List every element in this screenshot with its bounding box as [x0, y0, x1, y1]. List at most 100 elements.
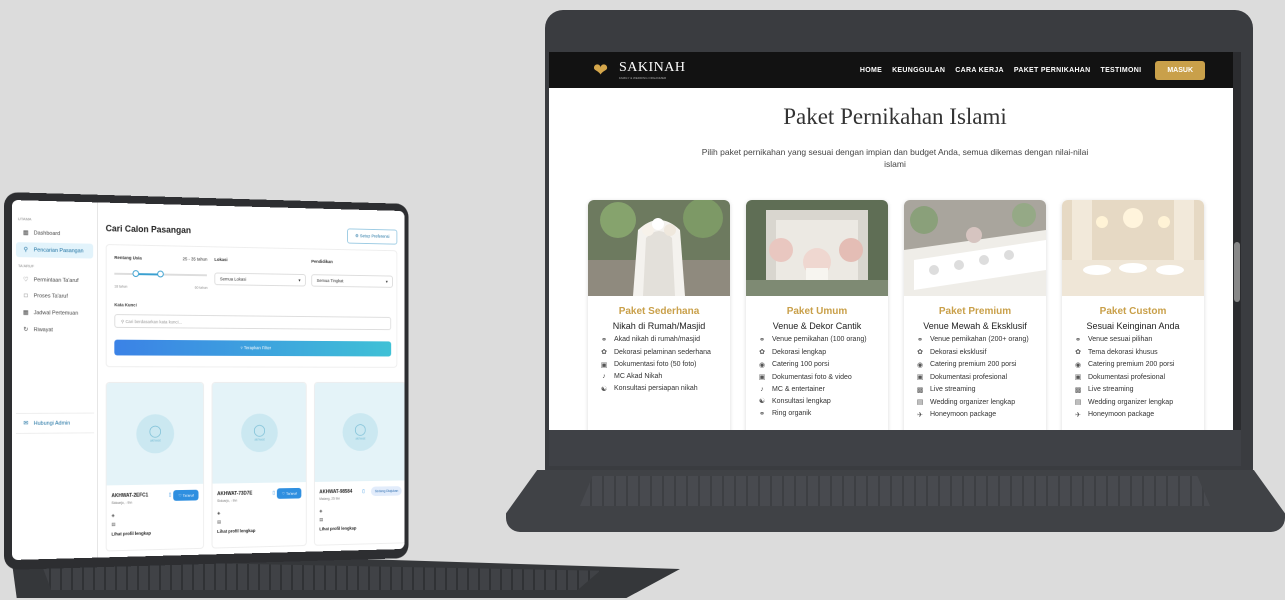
avatar-badge: akhwat	[150, 438, 161, 443]
right-laptop-keyboard	[580, 476, 1210, 506]
feature-item: ▩ Live streaming	[1074, 386, 1204, 394]
gear-icon: ⚙	[355, 233, 359, 239]
chat-icon: □	[24, 293, 28, 300]
keyword-search-input[interactable]: ⚲ Cari berdasarkan kata kunci...	[114, 314, 392, 331]
feature-text: Honeymoon package	[1088, 411, 1155, 418]
feature-text: Akad nikah di rumah/masjid	[614, 336, 700, 343]
feature-item: ▣ Dokumentasi profesional	[1074, 373, 1204, 382]
age-max-label: 60 tahun	[194, 285, 208, 290]
sidebar-item-jadwal[interactable]: ▦ Jadwal Pertemuan	[16, 305, 93, 321]
avatar: ◯ akhwat	[241, 413, 278, 453]
education-select[interactable]: Semua Tingkat ▼	[311, 274, 393, 288]
search-icon: ⚲	[23, 247, 29, 254]
page-scrollbar[interactable]	[1233, 52, 1241, 430]
feature-text: Wedding organizer lengkap	[930, 398, 1016, 406]
feature-text: MC Akad Nikah	[614, 373, 663, 380]
feature-text: Dokumentasi profesional	[930, 373, 1008, 381]
profile-card[interactable]: ◯ akhwat AKHWAT-2EFC1 Sidoarjo, - thn ▯ ♡…	[105, 381, 205, 552]
page-subtitle: Pilih paket pernikahan yang sesuai denga…	[701, 147, 1089, 169]
setup-preference-label: Setup Preferensi	[359, 233, 390, 239]
package-image	[746, 200, 888, 296]
feature-item: ◉ Catering 100 porsi	[758, 361, 888, 369]
feature-item: ▣ Dokumentasi foto (50 foto)	[600, 361, 730, 369]
feature-text: Tema dekorasi khusus	[1088, 348, 1158, 356]
contact-admin-button[interactable]: ✉ Hubungi Admin	[15, 412, 95, 434]
feature-text: Dokumentasi foto & video	[772, 373, 852, 381]
package-title: Paket Custom	[1099, 306, 1167, 317]
package-card-umum[interactable]: Paket Umum Venue & Dekor Cantik ⚭ Venue p…	[746, 200, 888, 430]
filter-icon: ▿	[240, 345, 243, 351]
plane-icon: ✈	[1075, 411, 1081, 419]
bookmark-icon[interactable]: ▯	[273, 490, 276, 496]
profile-code: AKHWAT-2EFC1	[111, 492, 149, 500]
profile-location: Sidoarjo, - thn	[217, 498, 238, 503]
left-laptop-screen: UTAMA ▦ Dashboard ⚲ Pencarian Pasangan TA'…	[12, 200, 405, 560]
profile-cards: ◯ akhwat AKHWAT-2EFC1 Sidoarjo, - thn ▯ ♡…	[105, 381, 405, 552]
handshake-icon: ☯	[600, 385, 608, 393]
feature-item: ✿ Dekorasi pelaminan sederhana	[600, 348, 730, 357]
sidebar-section-main: UTAMA	[17, 216, 32, 222]
pending-status-badge: Sedang Diajukan	[371, 486, 402, 497]
feature-item: ◉ Catering premium 200 porsi	[1074, 361, 1204, 369]
feature-item: ☯ Konsultasi persiapan nikah	[600, 385, 730, 393]
clipboard-icon: ▤	[1074, 399, 1082, 406]
setup-preference-button[interactable]: ⚙ Setup Preferensi	[347, 228, 398, 245]
feature-item: ⚭ Venue pernikahan (100 orang)	[758, 336, 888, 344]
login-button[interactable]: MASUK	[1155, 60, 1205, 80]
nav-paket-pernikahan[interactable]: PAKET PERNIKAHAN	[1014, 67, 1091, 74]
feature-text: Catering premium 200 porsi	[930, 361, 1017, 368]
view-profile-link[interactable]: Lihat profil lengkap	[217, 528, 255, 534]
view-profile-link[interactable]: Lihat profil lengkap	[111, 531, 151, 537]
flower-icon: ✿	[601, 349, 607, 356]
feature-item: ▤ Wedding organizer lengkap	[916, 398, 1046, 407]
scrollbar-thumb[interactable]	[1234, 242, 1240, 302]
slider-max-handle[interactable]	[157, 270, 164, 278]
package-card-premium[interactable]: Paket Premium Venue Mewah & Eksklusif ⚭ V…	[904, 200, 1046, 430]
apply-filter-label: Terapkan Filter	[243, 345, 272, 351]
nav-keunggulan[interactable]: KEUNGGULAN	[892, 67, 945, 74]
nav-home[interactable]: HOME	[860, 67, 882, 74]
bookmark-icon[interactable]: ▯	[362, 489, 364, 495]
age-range-value: 25 - 35 tahun	[182, 256, 208, 262]
view-profile-link[interactable]: Lihat profil lengkap	[319, 526, 356, 532]
feature-text: Konsultasi persiapan nikah	[614, 385, 698, 392]
hijab-icon: ◯	[253, 423, 266, 437]
feature-item: ⚭ Akad nikah di rumah/masjid	[600, 336, 730, 344]
flower-icon: ✿	[1075, 349, 1081, 356]
age-range-slider[interactable]	[114, 270, 207, 278]
ring-icon: ⚭	[1075, 336, 1081, 344]
sidebar-item-label: Pencarian Pasangan	[33, 246, 84, 254]
feature-item: ✿ Dekorasi eksklusif	[916, 348, 1046, 357]
sidebar-item-riwayat[interactable]: ↻ Riwayat	[16, 322, 93, 338]
mail-icon: ✉	[23, 420, 29, 427]
sidebar-item-pencarian[interactable]: ⚲ Pencarian Pasangan	[15, 242, 94, 259]
feature-text: Dokumentasi profesional	[1088, 373, 1166, 381]
feature-text: Live streaming	[1088, 386, 1134, 393]
taaruf-button[interactable]: ♡ Ta'aruf	[173, 489, 199, 501]
location-select[interactable]: Semua Lokasi ▼	[214, 272, 306, 287]
package-card-sederhana[interactable]: Paket Sederhana Nikah di Rumah/Masjid ⚭ A…	[588, 200, 730, 430]
flower-icon: ✿	[759, 349, 765, 356]
feature-item: ⚭ Venue pernikahan (200+ orang)	[916, 336, 1046, 344]
brand-name: SAKINAH	[619, 60, 686, 75]
sidebar-item-permintaan[interactable]: ♡ Permintaan Ta'aruf	[16, 272, 93, 288]
feature-item: ✈ Honeymoon package	[1074, 411, 1204, 419]
ring-icon: ⚭	[759, 336, 765, 344]
nav-testimoni[interactable]: TESTIMONI	[1101, 67, 1142, 74]
taaruf-button[interactable]: ♡ Ta'aruf	[277, 487, 302, 499]
site-logo[interactable]: ❤ SAKINAH FAMILY & WEDDING ORGANIZER	[593, 60, 686, 80]
profile-card[interactable]: ◯ akhwat AKHWAT-98584 Malang, 25 thn ▯ Se…	[313, 381, 405, 546]
sidebar-item-proses[interactable]: □ Proses Ta'aruf	[16, 289, 93, 304]
slider-min-handle[interactable]	[132, 270, 140, 278]
mic-icon: ♪	[602, 373, 606, 380]
apply-filter-button[interactable]: ▿ Terapkan Filter	[114, 339, 392, 357]
profile-card[interactable]: ◯ akhwat AKHWAT-73D7E Sidoarjo, - thn ▯ ♡…	[211, 381, 307, 549]
nav-cara-kerja[interactable]: CARA KERJA	[955, 67, 1004, 74]
heart-icon: ♡	[178, 492, 182, 498]
feature-item: ⚭ Ring organik	[758, 410, 888, 418]
profile-avatar-area: ◯ akhwat	[106, 382, 204, 486]
package-card-custom[interactable]: Paket Custom Sesuai Keinginan Anda ⚭ Venu…	[1062, 200, 1204, 430]
sidebar-item-dashboard[interactable]: ▦ Dashboard	[16, 225, 93, 242]
bookmark-icon[interactable]: ▯	[169, 492, 172, 498]
feature-item: ✿ Tema dekorasi khusus	[1074, 348, 1204, 357]
